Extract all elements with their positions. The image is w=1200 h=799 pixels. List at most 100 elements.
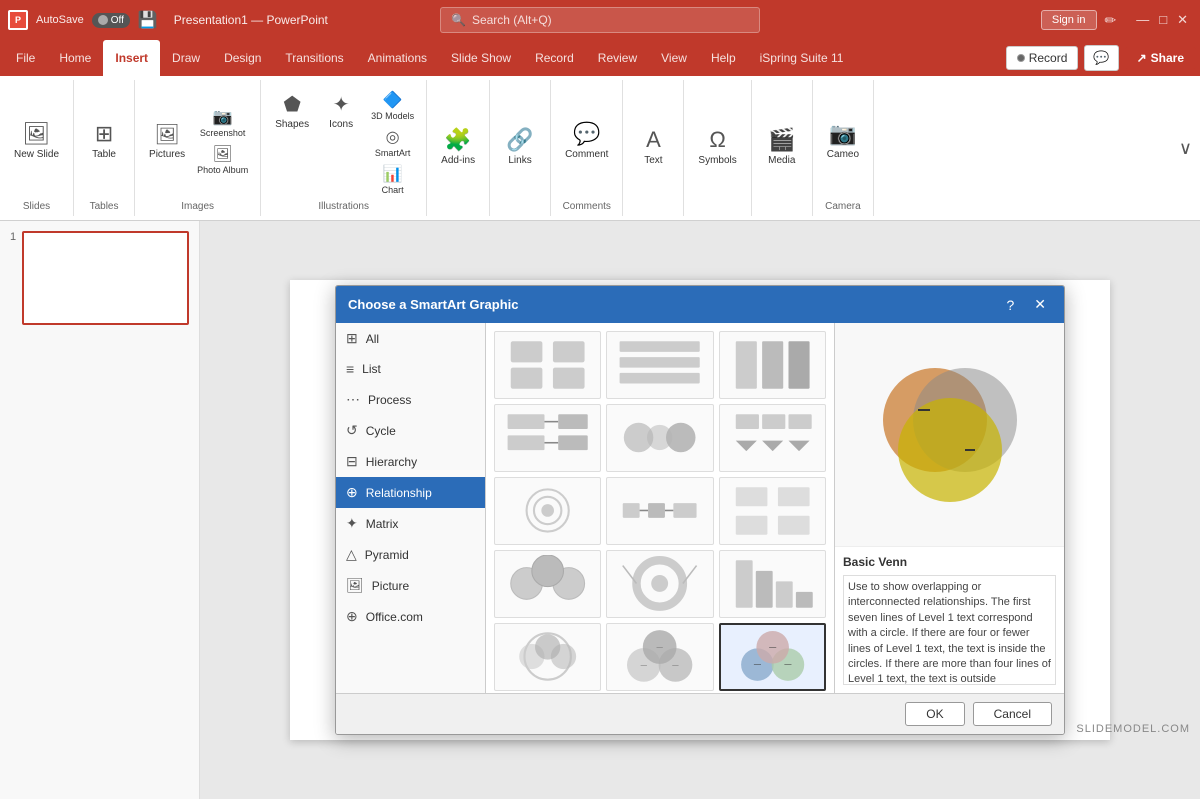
shapes-button[interactable]: ⬟ Shapes [269,88,315,134]
sidebar-item-all[interactable]: ⊞ All [336,323,485,354]
smartart-button[interactable]: ◎ SmartArt [367,125,418,160]
save-icon[interactable]: 💾 [138,10,158,30]
sidebar-item-office[interactable]: ⊕ Office.com [336,601,485,632]
tab-help[interactable]: Help [699,40,748,76]
illustrations-group-label: Illustrations [318,201,369,212]
slides-group-label: Slides [23,201,50,212]
diagram-item-3[interactable] [719,331,826,399]
tab-draw[interactable]: Draw [160,40,212,76]
dialog-help-button[interactable]: ? [1000,295,1020,315]
close-button[interactable]: ✕ [1177,12,1188,28]
search-bar[interactable]: 🔍 Search (Alt+Q) [440,7,760,33]
images-group-label: Images [181,201,214,212]
screenshot-icon: 📷 [213,107,233,127]
models-button[interactable]: 🔷 3D Models [367,88,418,123]
minimize-button[interactable]: — [1136,12,1149,28]
sidebar-item-relationship[interactable]: ⊕ Relationship [336,477,485,508]
sidebar-item-pyramid[interactable]: △ Pyramid [336,539,485,570]
svg-text:—: — [754,661,762,669]
tab-review[interactable]: Review [586,40,649,76]
tab-slideshow[interactable]: Slide Show [439,40,523,76]
table-button[interactable]: ⊞ Table [82,117,126,164]
addins-button[interactable]: 🧩 Add-ins [435,123,481,170]
sidebar-label-hierarchy: Hierarchy [366,455,417,469]
photo-album-button[interactable]: 🖼 Photo Album [193,142,252,177]
diagram-item-5[interactable] [606,404,713,472]
svg-text:—: — [769,643,777,651]
new-slide-icon: 🖼 [23,121,51,147]
diagram-item-6[interactable] [719,404,826,472]
sidebar-item-list[interactable]: ≡ List [336,354,485,384]
links-button[interactable]: 🔗 Links [498,123,542,170]
pencil-icon[interactable]: ✏ [1105,12,1117,29]
diagram-item-15[interactable]: — — — [719,623,826,691]
dialog-close-button[interactable]: ✕ [1028,294,1052,315]
tab-record[interactable]: Record [523,40,586,76]
cameo-button[interactable]: 📷 Cameo [821,117,865,164]
record-button[interactable]: Record [1006,46,1079,70]
dialog-header-right: ? ✕ [1000,294,1052,315]
ribbon-right-controls: Record 💬 ↗ Share [1006,45,1196,71]
chevron-down-icon[interactable]: ∨ [1179,138,1192,159]
signin-button[interactable]: Sign in [1041,10,1097,30]
sidebar-label-cycle: Cycle [366,424,396,438]
comment-button[interactable]: 💬 [1084,45,1118,71]
tab-view[interactable]: View [649,40,699,76]
search-placeholder: Search (Alt+Q) [472,13,552,27]
pictures-icon: 🖼 [154,122,179,147]
diagram-item-9[interactable] [719,477,826,545]
symbols-icon: Ω [709,127,725,153]
new-slide-button[interactable]: 🖼 New Slide [8,117,65,164]
tab-transitions[interactable]: Transitions [273,40,355,76]
sidebar-item-matrix[interactable]: ✦ Matrix [336,508,485,539]
sidebar-item-hierarchy[interactable]: ⊟ Hierarchy [336,446,485,477]
ribbon-content: 🖼 New Slide Slides ⊞ Table Tables 🖼 Pict [0,76,1200,220]
diagram-item-14[interactable]: — — — [606,623,713,691]
diagram-item-12[interactable] [719,550,826,618]
models-icon: 🔷 [383,90,403,110]
share-button[interactable]: ↗ Share [1125,47,1196,69]
diagram-item-10[interactable] [494,550,601,618]
dialog-footer: OK Cancel [336,693,1064,734]
chart-button[interactable]: 📊 Chart [367,162,418,197]
tab-insert[interactable]: Insert [103,40,160,76]
search-icon: 🔍 [451,13,466,27]
tab-animations[interactable]: Animations [356,40,439,76]
office-icon: ⊕ [346,608,358,625]
sidebar-item-process[interactable]: ⋯ Process [336,384,485,415]
diagram-item-13[interactable] [494,623,601,691]
tab-home[interactable]: Home [47,40,103,76]
ok-button[interactable]: OK [905,702,964,726]
preview-title: Basic Venn [843,555,1056,569]
addins-icon: 🧩 [444,127,471,153]
slide-thumbnail[interactable] [22,231,189,325]
comment-ribbon-button[interactable]: 💬 Comment [559,117,614,164]
diagram-item-8[interactable] [606,477,713,545]
diagram-item-7[interactable] [494,477,601,545]
pictures-button[interactable]: 🖼 Pictures [143,118,191,164]
diagram-item-1[interactable] [494,331,601,399]
sidebar-item-picture[interactable]: 🖼 Picture [336,570,485,601]
maximize-button[interactable]: □ [1159,12,1167,28]
ribbon-group-slides: 🖼 New Slide Slides [0,80,74,216]
tab-design[interactable]: Design [212,40,273,76]
media-button[interactable]: 🎬 Media [760,123,804,170]
pyramid-icon: △ [346,546,357,563]
diagram-item-2[interactable] [606,331,713,399]
diagram-item-4[interactable] [494,404,601,472]
tab-ispring[interactable]: iSpring Suite 11 [748,40,856,76]
sidebar-item-cycle[interactable]: ↺ Cycle [336,415,485,446]
slide-canvas: Choose a SmartArt Graphic ? ✕ ⊞ All [290,280,1110,740]
text-button[interactable]: A Text [631,123,675,170]
ribbon-group-illustrations: ⬟ Shapes ✦ Icons 🔷 3D Models ◎ SmartArt [261,80,427,216]
cancel-button[interactable]: Cancel [973,702,1052,726]
tab-file[interactable]: File [4,40,47,76]
symbols-button[interactable]: Ω Symbols [692,123,742,170]
screenshot-button[interactable]: 📷 Screenshot [193,105,252,140]
smartart-icon: ◎ [386,127,400,147]
icons-button[interactable]: ✦ Icons [319,88,363,134]
autosave-toggle[interactable]: Off [92,13,130,28]
sidebar-label-list: List [362,362,381,376]
diagram-item-11[interactable] [606,550,713,618]
sidebar-label-matrix: Matrix [366,517,399,531]
